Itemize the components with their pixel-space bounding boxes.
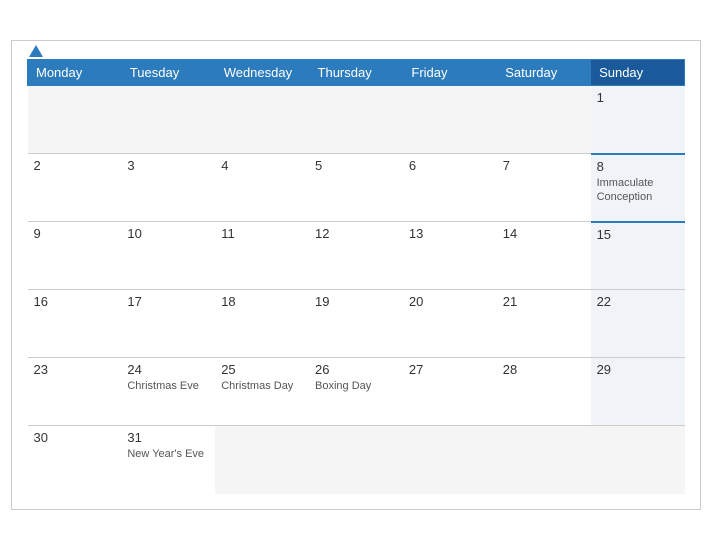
day-number: 24: [127, 362, 209, 377]
calendar-cell: 15: [591, 222, 685, 290]
day-number: 20: [409, 294, 491, 309]
calendar-cell: 28: [497, 358, 591, 426]
holiday-label: Boxing Day: [315, 379, 397, 393]
calendar-cell: [121, 86, 215, 154]
calendar-tbody: 12345678Immaculate Conception91011121314…: [28, 86, 685, 494]
calendar-cell: [215, 426, 309, 494]
calendar-week-row: 1: [28, 86, 685, 154]
day-number: 6: [409, 158, 491, 173]
calendar-cell: 14: [497, 222, 591, 290]
calendar-cell: 10: [121, 222, 215, 290]
calendar-week-row: 30 31 New Year's Eve: [28, 426, 685, 494]
weekday-header-monday: Monday: [28, 60, 122, 86]
calendar-cell: 31 New Year's Eve: [121, 426, 215, 494]
calendar-cell: 1: [591, 86, 685, 154]
calendar-cell: 4: [215, 154, 309, 222]
holiday-label: Christmas Eve: [127, 379, 209, 393]
day-number: 14: [503, 226, 585, 241]
calendar-week-row: 16 17 18 19 20 21 22: [28, 290, 685, 358]
calendar-cell: 19: [309, 290, 403, 358]
calendar-cell: 16: [28, 290, 122, 358]
calendar-cell: 26 Boxing Day: [309, 358, 403, 426]
calendar-cell: 8 Immaculate Conception: [591, 154, 685, 222]
calendar-cell: [28, 86, 122, 154]
day-number: 25: [221, 362, 303, 377]
weekday-header-wednesday: Wednesday: [215, 60, 309, 86]
calendar-cell: 3: [121, 154, 215, 222]
calendar-cell: 27: [403, 358, 497, 426]
calendar-cell: 5: [309, 154, 403, 222]
weekday-header-tuesday: Tuesday: [121, 60, 215, 86]
calendar-table: MondayTuesdayWednesdayThursdayFridaySatu…: [27, 59, 685, 494]
calendar-cell: [591, 426, 685, 494]
day-number: 7: [503, 158, 585, 173]
calendar-cell: [497, 86, 591, 154]
day-number: 2: [34, 158, 116, 173]
day-number: 21: [503, 294, 585, 309]
logo-triangle-icon: [29, 45, 43, 57]
holiday-label: New Year's Eve: [127, 447, 209, 461]
weekday-header-row: MondayTuesdayWednesdayThursdayFridaySatu…: [28, 60, 685, 86]
calendar-cell: 17: [121, 290, 215, 358]
day-number: 27: [409, 362, 491, 377]
day-number: 9: [34, 226, 116, 241]
holiday-label: Immaculate Conception: [597, 176, 679, 205]
day-number: 28: [503, 362, 585, 377]
day-number: 11: [221, 226, 303, 241]
calendar: MondayTuesdayWednesdayThursdayFridaySatu…: [11, 40, 701, 510]
calendar-cell: [497, 426, 591, 494]
calendar-cell: 9: [28, 222, 122, 290]
calendar-cell: 22: [591, 290, 685, 358]
calendar-week-row: 2345678 Immaculate Conception: [28, 154, 685, 222]
day-number: 13: [409, 226, 491, 241]
calendar-week-row: 23 24 Christmas Eve 25 Christmas Day 26 Boxing…: [28, 358, 685, 426]
calendar-cell: [403, 86, 497, 154]
calendar-cell: 24 Christmas Eve: [121, 358, 215, 426]
holiday-label: Christmas Day: [221, 379, 303, 393]
day-number: 30: [34, 430, 116, 445]
calendar-cell: 12: [309, 222, 403, 290]
calendar-cell: 25 Christmas Day: [215, 358, 309, 426]
weekday-header-friday: Friday: [403, 60, 497, 86]
day-number: 29: [597, 362, 679, 377]
day-number: 5: [315, 158, 397, 173]
calendar-cell: 23: [28, 358, 122, 426]
day-number: 10: [127, 226, 209, 241]
logo: [27, 45, 43, 57]
day-number: 1: [597, 90, 679, 105]
weekday-header-thursday: Thursday: [309, 60, 403, 86]
weekday-header-sunday: Sunday: [591, 60, 685, 86]
calendar-cell: 11: [215, 222, 309, 290]
calendar-cell: 13: [403, 222, 497, 290]
calendar-cell: 20: [403, 290, 497, 358]
calendar-cell: 30: [28, 426, 122, 494]
calendar-cell: [403, 426, 497, 494]
calendar-cell: 2: [28, 154, 122, 222]
day-number: 22: [597, 294, 679, 309]
calendar-cell: 21: [497, 290, 591, 358]
day-number: 18: [221, 294, 303, 309]
weekday-header-saturday: Saturday: [497, 60, 591, 86]
calendar-cell: 7: [497, 154, 591, 222]
day-number: 8: [597, 159, 679, 174]
day-number: 19: [315, 294, 397, 309]
day-number: 23: [34, 362, 116, 377]
day-number: 31: [127, 430, 209, 445]
day-number: 17: [127, 294, 209, 309]
day-number: 16: [34, 294, 116, 309]
calendar-cell: [215, 86, 309, 154]
day-number: 12: [315, 226, 397, 241]
calendar-thead: MondayTuesdayWednesdayThursdayFridaySatu…: [28, 60, 685, 86]
day-number: 26: [315, 362, 397, 377]
calendar-cell: 29: [591, 358, 685, 426]
calendar-week-row: 9 10 11 12 13 14 15: [28, 222, 685, 290]
day-number: 3: [127, 158, 209, 173]
calendar-cell: 18: [215, 290, 309, 358]
day-number: 15: [597, 227, 679, 242]
day-number: 4: [221, 158, 303, 173]
calendar-cell: [309, 426, 403, 494]
calendar-cell: 6: [403, 154, 497, 222]
calendar-cell: [309, 86, 403, 154]
